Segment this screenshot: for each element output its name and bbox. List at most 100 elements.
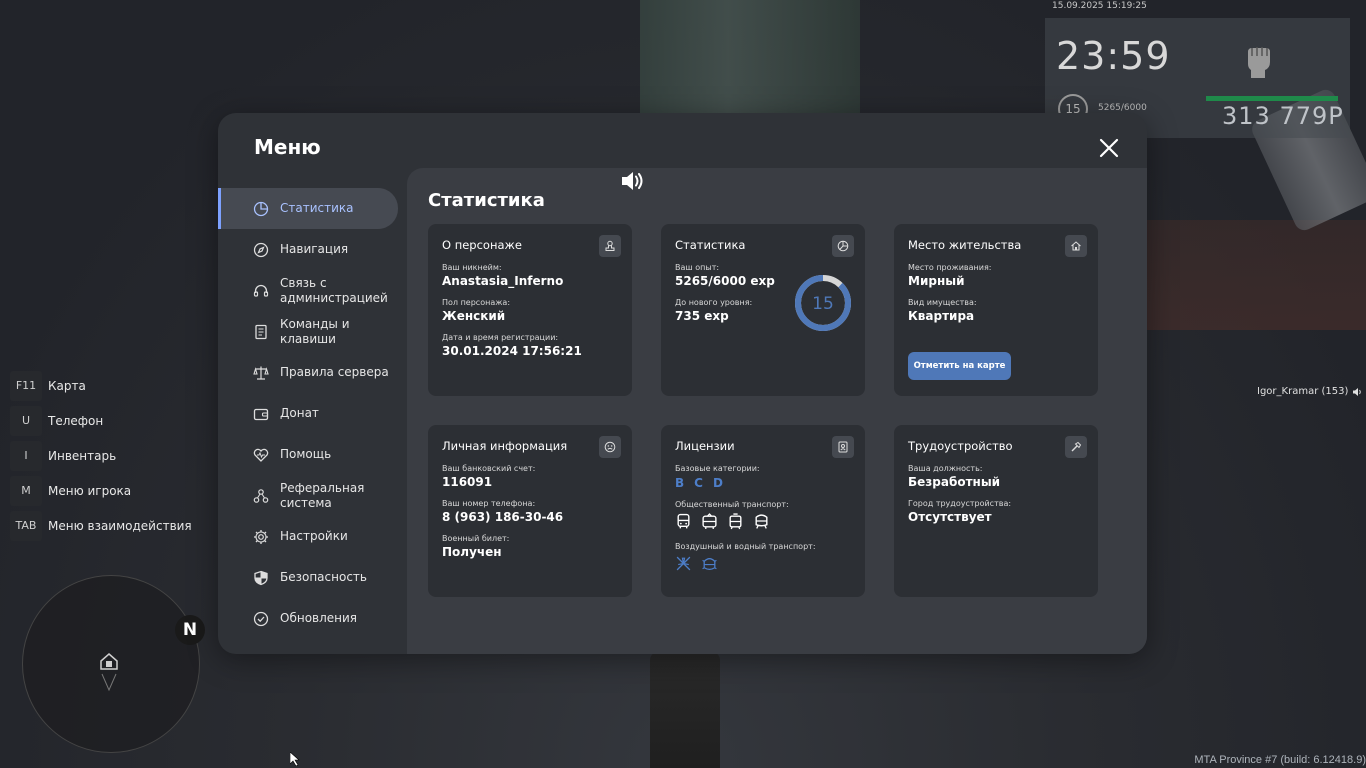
key-label: Меню взаимодействия — [48, 518, 192, 533]
sidebar-item-label: Обновления — [280, 611, 358, 625]
scales-icon — [253, 366, 269, 380]
card-icon-box — [832, 436, 854, 458]
hud-money-bar — [1206, 96, 1338, 101]
sidebar-item-commands[interactable]: Команды и клавиши — [218, 311, 398, 352]
mouse-cursor-icon — [290, 752, 300, 766]
key-label: Карта — [48, 378, 86, 393]
hammer-icon — [1071, 441, 1082, 452]
player-tag-name: Igor_Kramar (153) — [1257, 386, 1349, 397]
sound-icon[interactable] — [619, 168, 645, 194]
licenses-card: Лицензии Базовые категории: B C D Общест… — [661, 425, 865, 597]
north-marker: N — [175, 615, 205, 645]
sidebar-item-security[interactable]: Безопасность — [218, 557, 398, 598]
field-label: Военный билет: — [442, 534, 510, 543]
field-label: Город трудоустройства: — [908, 499, 1012, 508]
sidebar-item-label: Навигация — [280, 242, 349, 256]
hud-datetime: 15.09.2025 15:19:25 — [1052, 1, 1147, 11]
air-water-transport-icons — [675, 555, 851, 572]
keybind-player-menu: M Меню игрока — [10, 473, 192, 508]
nickname-value: Anastasia_Inferno — [442, 274, 564, 288]
residence-card: Место жительства Место проживания: Мирны… — [894, 224, 1098, 396]
sidebar-item-help[interactable]: Помощь — [218, 434, 398, 475]
military-id-value: Получен — [442, 545, 502, 559]
card-title: Статистика — [675, 238, 746, 252]
sidebar-item-label: Донат — [280, 406, 319, 420]
sidebar-item-settings[interactable]: Настройки — [218, 516, 398, 557]
field-label: Общественный транспорт: — [675, 500, 789, 509]
key-label: Инвентарь — [48, 448, 117, 463]
boat-icon — [702, 558, 717, 570]
sidebar-item-rules[interactable]: Правила сервера — [218, 352, 398, 393]
sidebar-item-label: Связь с администрацией — [280, 275, 388, 305]
card-title: Трудоустройство — [908, 439, 1013, 453]
sidebar-item-updates[interactable]: Обновления — [218, 598, 398, 639]
character-card: О персонаже Ваш никнейм: Anastasia_Infer… — [428, 224, 632, 396]
key-label: Меню игрока — [48, 483, 132, 498]
field-label: Ваша должность: — [908, 464, 983, 473]
residence-place-value: Мирный — [908, 274, 965, 288]
network-icon — [253, 488, 269, 503]
menu-sidebar: Статистика Навигация Связь с администрац… — [218, 188, 398, 639]
employment-card: Трудоустройство Ваша должность: Безработ… — [894, 425, 1098, 597]
sidebar-item-navigation[interactable]: Навигация — [218, 229, 398, 270]
license-category-b: B — [675, 476, 685, 490]
card-title: Личная информация — [442, 439, 568, 453]
sidebar-item-statistics[interactable]: Статистика — [218, 188, 398, 229]
nearby-player-tag: Igor_Kramar (153) — [1257, 386, 1362, 397]
close-icon[interactable] — [1098, 137, 1120, 159]
sidebar-item-label: Правила сервера — [280, 365, 389, 379]
sidebar-item-admin-contact[interactable]: Связь с администрацией — [218, 270, 398, 311]
statistics-panel: Статистика О персонаже Ваш никнейм: Anas… — [407, 168, 1147, 654]
card-icon-box — [1065, 235, 1087, 257]
speaker-icon — [1353, 387, 1362, 396]
level-progress-ring: 15 — [795, 275, 851, 331]
check-circle-icon — [253, 611, 269, 626]
keybind-hints: F11 Карта U Телефон I Инвентарь M Меню и… — [10, 368, 192, 543]
sidebar-item-referral[interactable]: Реферальная система — [218, 475, 398, 516]
id-card-icon — [838, 441, 848, 453]
key-badge: TAB — [10, 510, 42, 541]
field-label: Ваш опыт: — [675, 263, 720, 272]
public-transport-icons — [675, 513, 851, 530]
statistics-card: Статистика Ваш опыт: 5265/6000 exp До но… — [661, 224, 865, 396]
card-title: Место жительства — [908, 238, 1022, 252]
card-icon-box — [832, 235, 854, 257]
headset-icon — [253, 284, 269, 297]
world-structure — [1140, 220, 1366, 330]
face-icon — [604, 441, 616, 453]
stamp-icon — [605, 240, 615, 251]
mark-on-map-button[interactable]: Отметить на карте — [908, 352, 1011, 380]
sidebar-item-label: Помощь — [280, 447, 332, 461]
key-badge: I — [10, 440, 42, 471]
home-marker-icon — [100, 653, 118, 692]
card-title: Лицензии — [675, 439, 735, 453]
card-icon-box — [1065, 436, 1087, 458]
menu-title: Меню — [254, 135, 321, 159]
key-badge: M — [10, 475, 42, 506]
field-label: Место проживания: — [908, 263, 992, 272]
player-character — [650, 652, 720, 768]
gender-value: Женский — [442, 309, 506, 323]
card-title: О персонаже — [442, 238, 522, 252]
keybind-interaction-menu: TAB Меню взаимодействия — [10, 508, 192, 543]
field-label: Ваш номер телефона: — [442, 499, 536, 508]
hud-exp: 5265/6000 — [1098, 103, 1147, 113]
key-badge: F11 — [10, 370, 42, 401]
license-category-d: D — [712, 476, 723, 490]
heart-icon — [253, 448, 269, 462]
field-label: Ваш никнейм: — [442, 263, 502, 272]
build-version: MTA Province #7 (build: 6.12418.9) — [1194, 754, 1366, 766]
field-label: Базовые категории: — [675, 464, 760, 473]
sidebar-item-label: Реферальная система — [280, 480, 365, 510]
wallet-icon — [253, 408, 269, 420]
field-label: Пол персонажа: — [442, 298, 511, 307]
page-title: Статистика — [428, 190, 545, 211]
sidebar-item-label: Команды и клавиши — [280, 316, 350, 346]
key-label: Телефон — [48, 413, 104, 428]
bus-icon — [677, 513, 690, 529]
field-label: Воздушный и водный транспорт: — [675, 542, 816, 551]
license-categories: B C D — [675, 476, 851, 490]
sidebar-item-donate[interactable]: Донат — [218, 393, 398, 434]
shield-icon — [254, 570, 268, 585]
sidebar-item-label: Безопасность — [280, 570, 367, 584]
